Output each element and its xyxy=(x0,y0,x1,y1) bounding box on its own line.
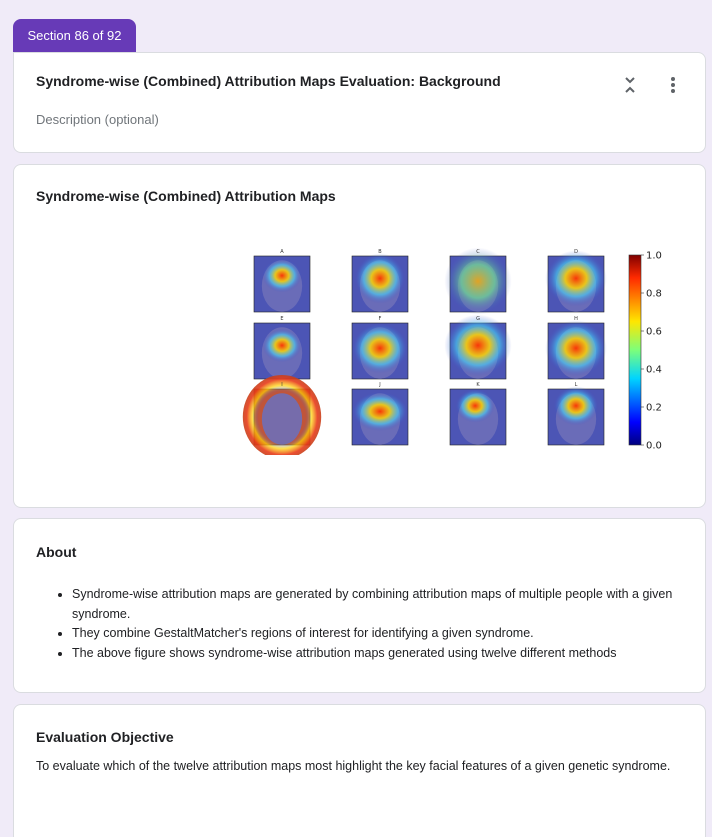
objective-title: Evaluation Objective xyxy=(36,729,174,745)
section-tab: Section 86 of 92 xyxy=(13,19,136,52)
panel-label: G xyxy=(476,316,480,322)
section-title: Syndrome-wise (Combined) Attribution Map… xyxy=(36,73,501,89)
list-item: They combine GestaltMatcher's regions of… xyxy=(72,624,692,644)
figure-card: Syndrome-wise (Combined) Attribution Map… xyxy=(13,164,706,508)
about-list: Syndrome-wise attribution maps are gener… xyxy=(72,585,692,663)
panel-label: I xyxy=(281,382,282,388)
colorbar-tick-label: 1.0 xyxy=(646,251,662,262)
panel-label: J xyxy=(378,382,380,388)
panel-label: C xyxy=(476,249,480,255)
attribution-map-panel: L xyxy=(547,382,605,446)
about-title: About xyxy=(36,544,77,560)
panel-label: A xyxy=(280,249,284,255)
attribution-map-panel: K xyxy=(449,382,507,446)
list-item: The above figure shows syndrome-wise att… xyxy=(72,644,692,664)
colorbar-tick-label: 0.0 xyxy=(646,441,662,452)
section-header-card: Syndrome-wise (Combined) Attribution Map… xyxy=(13,52,706,153)
more-options-button[interactable] xyxy=(659,71,687,99)
about-card: About Syndrome-wise attribution maps are… xyxy=(13,518,706,693)
panel-label: K xyxy=(476,382,480,388)
figure-card-title: Syndrome-wise (Combined) Attribution Map… xyxy=(36,188,336,204)
colorbar-tick-label: 0.6 xyxy=(646,327,662,338)
colorbar-tick-label: 0.8 xyxy=(646,289,662,300)
panel-label: D xyxy=(574,249,578,255)
panel-label: L xyxy=(575,382,578,388)
list-item: Syndrome-wise attribution maps are gener… xyxy=(72,585,692,624)
attribution-map-panel: D xyxy=(545,249,607,313)
colorbar-tick-label: 0.2 xyxy=(646,403,662,414)
attribution-map-panel: J xyxy=(351,382,409,446)
attribution-map-panel: H xyxy=(545,316,607,380)
attribution-map-panel: C xyxy=(444,247,512,315)
attribution-map-panel: B xyxy=(351,249,409,313)
objective-text: To evaluate which of the twelve attribut… xyxy=(36,759,671,773)
attribution-maps-figure: A B C D E F G H I J K L 1.0 0.8 0.6 0.4 0.2 0.0 xyxy=(229,245,679,459)
collapse-button[interactable] xyxy=(616,71,644,99)
panel-label: E xyxy=(280,316,283,322)
panel-label: F xyxy=(379,316,382,322)
attribution-map-panel: F xyxy=(351,316,409,380)
colorbar xyxy=(628,254,642,446)
attribution-map-panel: I xyxy=(242,375,322,459)
collapse-expand-icon xyxy=(625,77,635,93)
panel-label: H xyxy=(574,316,578,322)
attribution-map-panel: A xyxy=(253,249,311,313)
objective-card: Evaluation Objective To evaluate which o… xyxy=(13,704,706,837)
panel-label: B xyxy=(378,249,382,255)
more-vert-icon xyxy=(671,77,675,93)
attribution-maps-image: A B C D E F G H I J K L 1.0 0.8 0.6 0.4 0.2 0.0 xyxy=(242,247,662,459)
colorbar-tick-label: 0.4 xyxy=(646,365,662,376)
attribution-map-panel: G xyxy=(444,314,512,380)
attribution-map-panel: E xyxy=(253,316,311,380)
description-field[interactable]: Description (optional) xyxy=(36,112,159,127)
